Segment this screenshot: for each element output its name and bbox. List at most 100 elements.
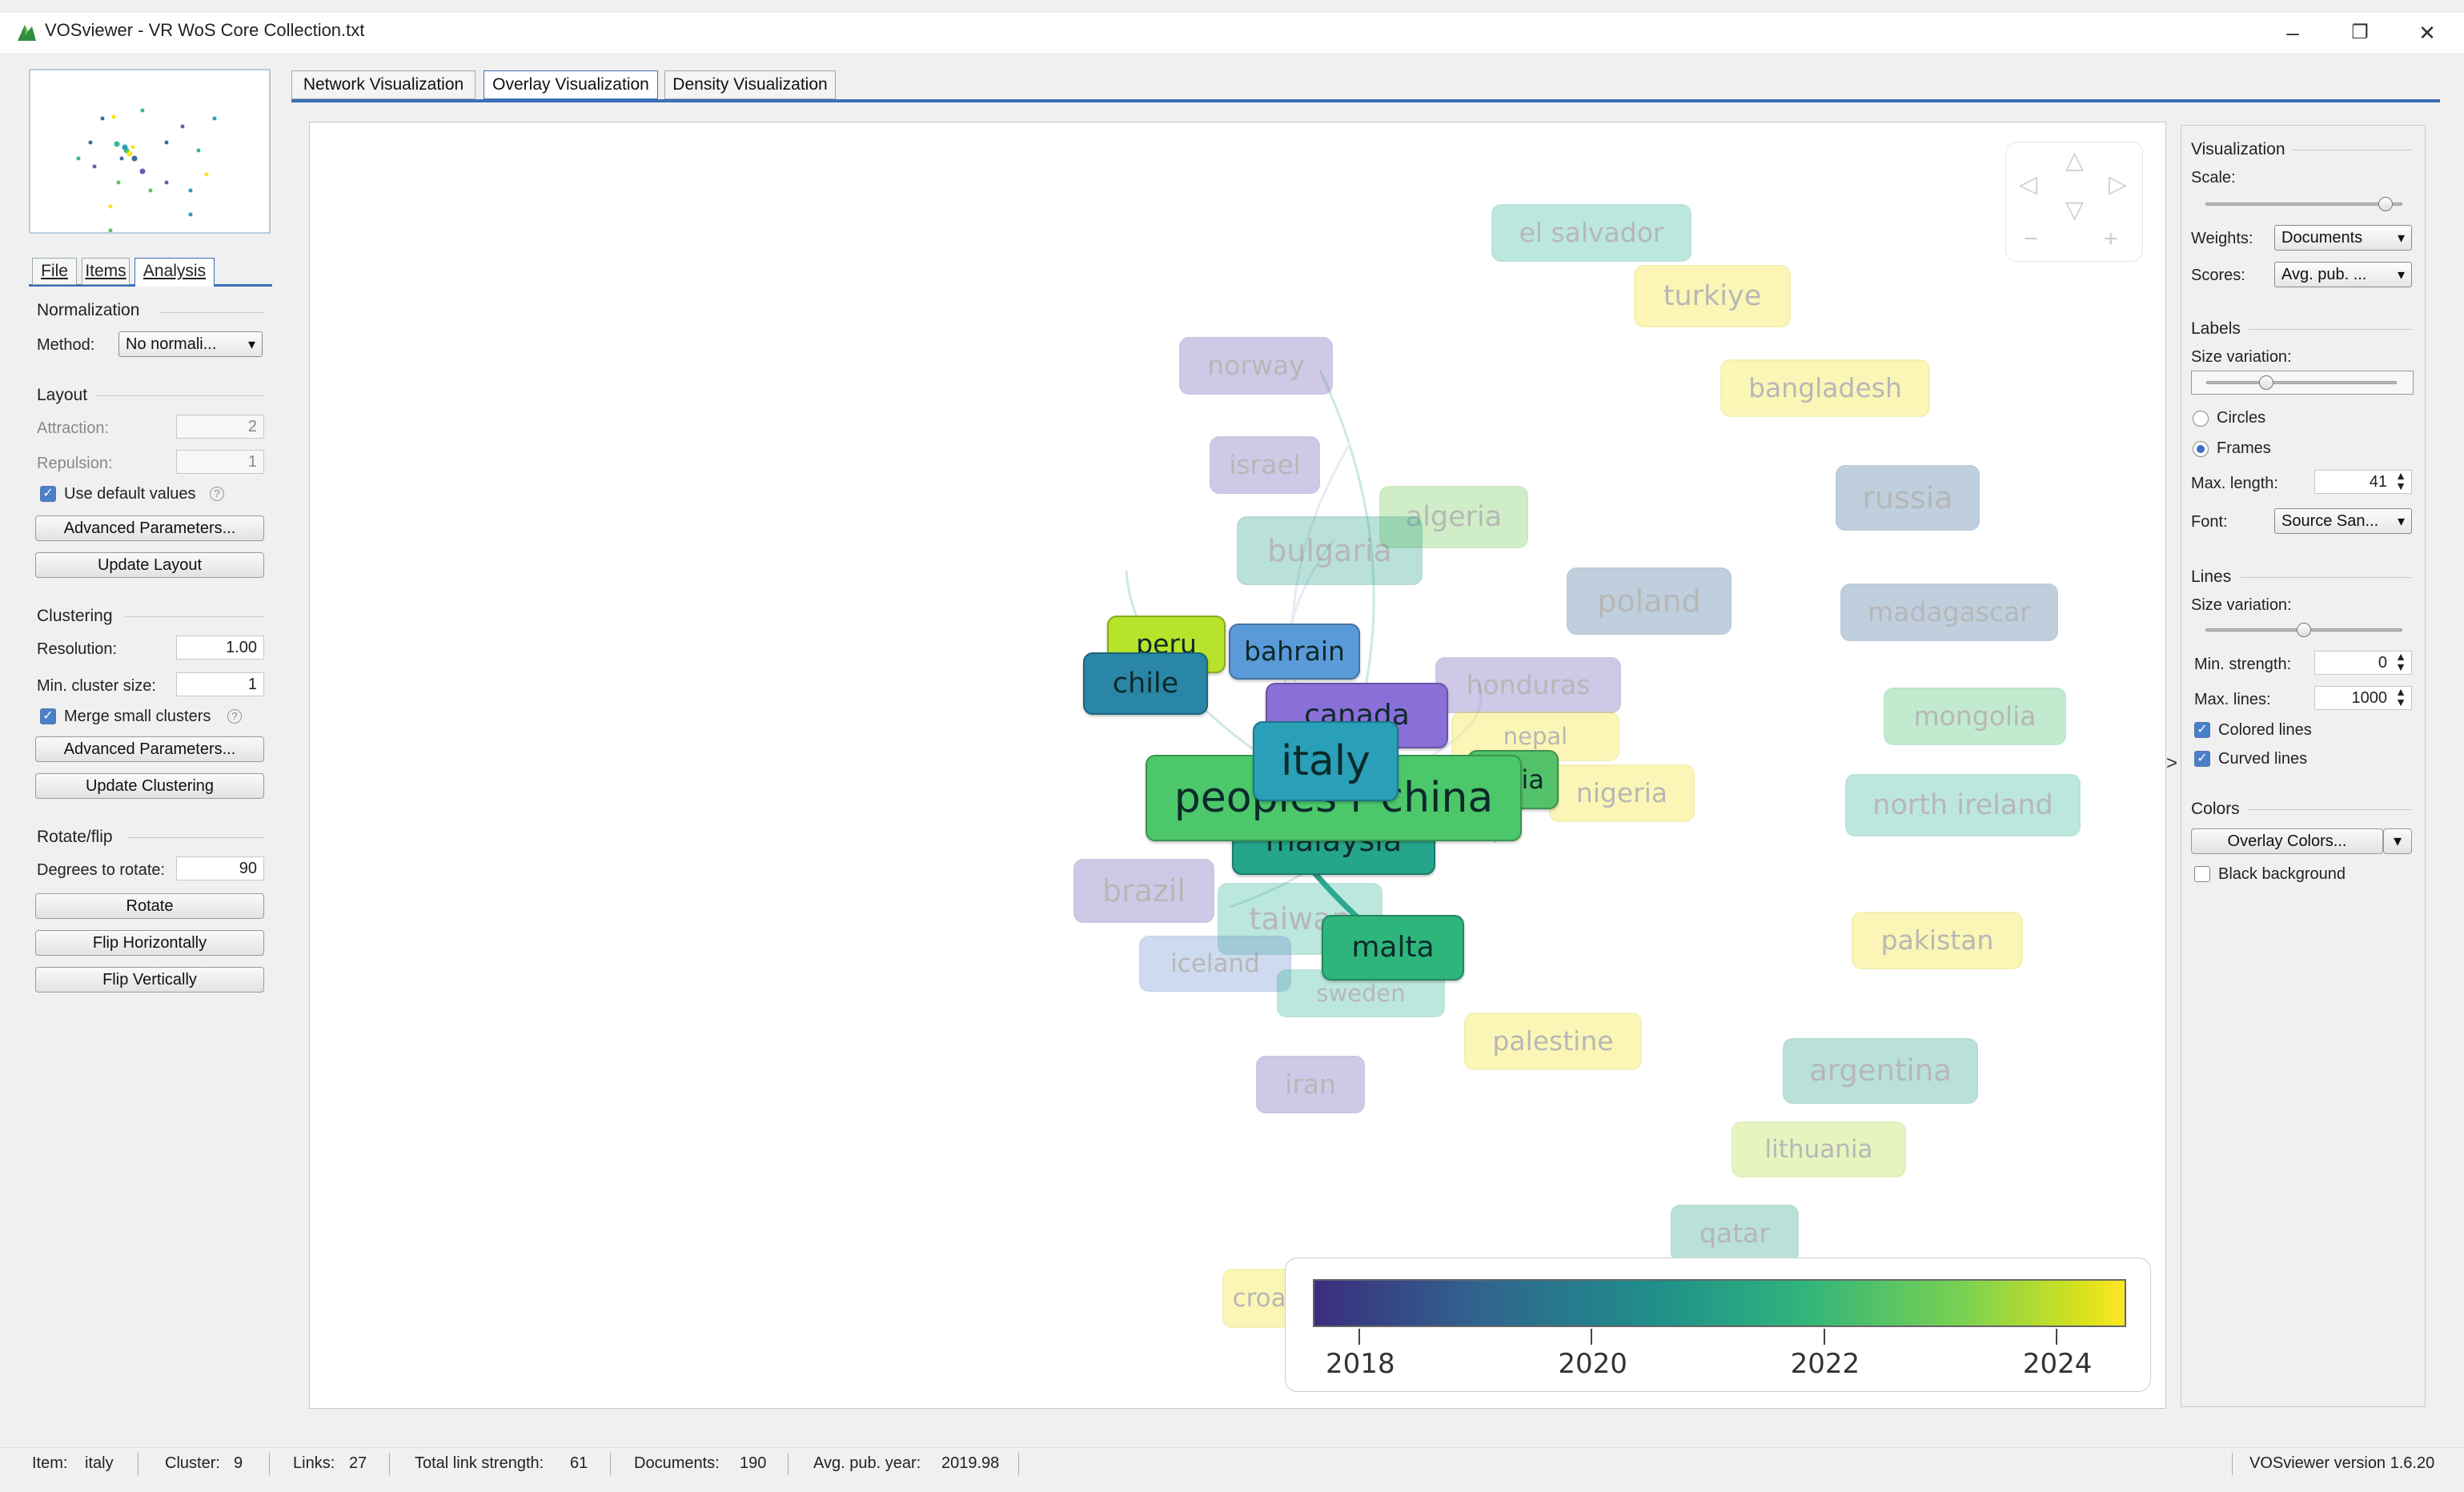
overview-minimap[interactable] <box>29 69 271 234</box>
curved-lines-checkbox[interactable]: ✓ <box>2194 751 2210 767</box>
help-icon[interactable]: ? <box>227 709 242 724</box>
spinner-arrows-icon[interactable]: ▲ ▼ <box>2395 470 2406 491</box>
max-length-label: Max. length: <box>2191 475 2278 492</box>
resolution-input[interactable]: 1.00 <box>176 636 264 660</box>
font-select[interactable]: Source San... ▾ <box>2274 508 2412 534</box>
attraction-input[interactable]: 2 <box>176 415 264 439</box>
help-icon[interactable]: ? <box>210 487 224 501</box>
collapse-panel-icon[interactable]: > <box>2166 752 2177 775</box>
degrees-to-rotate-label: Degrees to rotate: <box>37 861 166 879</box>
node-madagascar[interactable]: madagascar <box>1840 584 2058 641</box>
max-lines-spinner[interactable]: 1000 ▲ ▼ <box>2314 686 2412 710</box>
min-strength-spinner[interactable]: 0 ▲ ▼ <box>2314 651 2412 675</box>
normalization-method-select[interactable]: No normali... ▾ <box>118 331 263 357</box>
node-poland[interactable]: poland <box>1567 568 1732 635</box>
degrees-to-rotate-input[interactable]: 90 <box>176 856 264 880</box>
overlay-color-legend: 2018 2020 2022 2024 <box>1285 1257 2151 1392</box>
node-el-salvador[interactable]: el salvador <box>1491 204 1691 262</box>
pan-left-icon[interactable]: ◁ <box>2019 173 2037 197</box>
scale-slider[interactable] <box>2205 197 2402 211</box>
divider <box>269 1453 270 1475</box>
curved-lines-label: Curved lines <box>2218 750 2308 768</box>
node-chile[interactable]: chile <box>1083 652 1208 715</box>
node-malta[interactable]: malta <box>1322 915 1464 981</box>
clustering-advanced-parameters-button[interactable]: Advanced Parameters... <box>35 736 264 762</box>
node-israel[interactable]: israel <box>1210 436 1320 494</box>
minimap-dot <box>164 140 169 145</box>
node-italy[interactable]: italy <box>1253 721 1399 801</box>
node-mongolia[interactable]: mongolia <box>1884 688 2066 745</box>
overlay-visualization-canvas[interactable]: el salvador turkiye norway bangladesh israel… <box>309 122 2166 1409</box>
tab-network-visualization[interactable]: Network Visualization <box>291 70 476 99</box>
restore-button[interactable]: ❐ <box>2326 13 2394 53</box>
divider <box>389 1453 390 1475</box>
node-iceland[interactable]: iceland <box>1139 936 1291 992</box>
divider <box>2247 809 2412 810</box>
use-default-values-checkbox[interactable]: ✓ <box>40 486 56 502</box>
layout-advanced-parameters-button[interactable]: Advanced Parameters... <box>35 515 264 541</box>
node-nigeria[interactable]: nigeria <box>1549 764 1695 822</box>
zoom-out-icon[interactable]: − <box>2024 227 2038 251</box>
max-lines-label: Max. lines: <box>2194 691 2271 708</box>
minimap-dot <box>92 164 97 169</box>
node-qatar[interactable]: qatar <box>1671 1205 1799 1262</box>
node-north-ireland[interactable]: north ireland <box>1845 774 2081 836</box>
overlay-colors-dropdown[interactable]: ▾ <box>2383 828 2412 854</box>
tab-overlay-visualization[interactable]: Overlay Visualization <box>484 70 658 99</box>
legend-tick-label: 2024 <box>2022 1348 2093 1380</box>
legend-tick <box>2055 1329 2057 1345</box>
node-bangladesh[interactable]: bangladesh <box>1720 359 1930 417</box>
tab-analysis[interactable]: Analysis <box>134 258 215 287</box>
minimize-button[interactable]: – <box>2259 13 2326 53</box>
node-russia[interactable]: russia <box>1836 465 1980 531</box>
node-lithuania[interactable]: lithuania <box>1732 1121 1906 1177</box>
zoom-in-icon[interactable]: + <box>2104 227 2118 251</box>
merge-small-clusters-label: Merge small clusters <box>64 708 211 725</box>
repulsion-input[interactable]: 1 <box>176 450 264 474</box>
node-brazil[interactable]: brazil <box>1073 859 1214 923</box>
scores-select[interactable]: Avg. pub. ... ▾ <box>2274 262 2412 287</box>
minimap-dot <box>204 172 209 177</box>
label-size-slider[interactable] <box>2206 375 2397 390</box>
tab-items[interactable]: Items <box>82 258 130 285</box>
node-turkiye[interactable]: turkiye <box>1634 265 1791 327</box>
rotate-flip-heading: Rotate/flip <box>37 828 113 846</box>
divider <box>2241 577 2412 578</box>
colored-lines-checkbox[interactable]: ✓ <box>2194 722 2210 738</box>
min-cluster-size-input[interactable]: 1 <box>176 672 264 696</box>
frames-radio[interactable] <box>2193 441 2209 457</box>
merge-small-clusters-checkbox[interactable]: ✓ <box>40 708 56 724</box>
legend-tick <box>1358 1329 1361 1345</box>
rotate-button[interactable]: Rotate <box>35 893 264 919</box>
tab-file[interactable]: File <box>32 258 77 285</box>
scale-slider-thumb[interactable] <box>2378 197 2393 211</box>
pan-down-icon[interactable]: ▽ <box>2065 199 2084 223</box>
pan-right-icon[interactable]: ▷ <box>2109 173 2127 197</box>
tab-density-visualization[interactable]: Density Visualization <box>664 70 836 99</box>
node-bahrain[interactable]: bahrain <box>1229 624 1360 680</box>
line-size-slider-thumb[interactable] <box>2297 623 2311 637</box>
spinner-arrows-icon[interactable]: ▲ ▼ <box>2395 686 2406 708</box>
max-length-spinner[interactable]: 41 ▲ ▼ <box>2314 470 2412 494</box>
update-clustering-button[interactable]: Update Clustering <box>35 773 264 799</box>
node-bulgaria[interactable]: bulgaria <box>1237 516 1423 585</box>
status-item-value: italy <box>85 1454 114 1472</box>
label-size-slider-thumb[interactable] <box>2259 375 2274 390</box>
overlay-colors-button[interactable]: Overlay Colors... <box>2191 828 2383 854</box>
node-pakistan[interactable]: pakistan <box>1852 912 2023 969</box>
close-button[interactable]: ✕ <box>2394 13 2461 53</box>
flip-horizontally-button[interactable]: Flip Horizontally <box>35 930 264 956</box>
node-palestine[interactable]: palestine <box>1464 1013 1642 1070</box>
pan-up-icon[interactable]: △ <box>2065 149 2084 173</box>
spinner-arrows-icon[interactable]: ▲ ▼ <box>2395 651 2406 672</box>
update-layout-button[interactable]: Update Layout <box>35 552 264 578</box>
flip-vertically-button[interactable]: Flip Vertically <box>35 967 264 993</box>
node-honduras[interactable]: honduras <box>1435 657 1621 713</box>
line-size-slider[interactable] <box>2205 623 2402 637</box>
node-argentina[interactable]: argentina <box>1783 1038 1978 1104</box>
weights-select[interactable]: Documents ▾ <box>2274 225 2412 251</box>
node-norway[interactable]: norway <box>1179 337 1333 395</box>
circles-radio[interactable] <box>2193 411 2209 427</box>
node-iran[interactable]: iran <box>1256 1056 1365 1113</box>
black-background-checkbox[interactable]: ✓ <box>2194 866 2210 882</box>
